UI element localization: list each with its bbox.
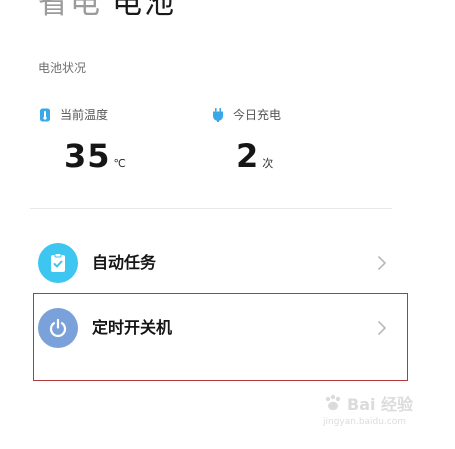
watermark-url: jingyan.baidu.com [323,417,407,427]
paw-icon [325,394,341,411]
title-part-2: 电池 [112,0,176,21]
battery-status-label: 电池状况 [38,61,87,75]
charge-count-value-group: 2 次 [236,136,273,176]
plug-icon [211,108,225,122]
charge-count-unit: 次 [262,157,274,170]
temperature-stat: 当前温度 35 ℃ [38,106,126,175]
menu-item-auto-task[interactable]: 自动任务 [38,241,388,285]
clipboard-check-icon [38,243,78,283]
highlight-annotation-box [33,293,408,381]
thermometer-icon [38,108,52,122]
watermark-logo: Bai 经验 jingyan.baidu.com [323,391,433,435]
charge-count-label: 今日充电 [233,108,282,122]
charge-count-stat: 今日充电 2 次 [211,106,282,175]
chevron-right-icon [376,255,388,271]
temperature-unit: ℃ [113,157,126,170]
title-part-1: 省电 [38,0,102,21]
temperature-value: 35 [64,137,111,175]
page-title: 省电 电池 [38,0,176,22]
menu-item-label: 自动任务 [92,253,157,272]
settings-page: 省电 电池 电池状况 当前温度 35 ℃ 今日充电 2 次 自动任务 定时开关机… [0,0,455,449]
temperature-value-group: 35 ℃ [64,136,126,176]
watermark-text: Bai 经验 [347,395,414,414]
temperature-label: 当前温度 [60,108,109,122]
charge-count-value: 2 [236,137,260,175]
section-divider [30,208,392,209]
